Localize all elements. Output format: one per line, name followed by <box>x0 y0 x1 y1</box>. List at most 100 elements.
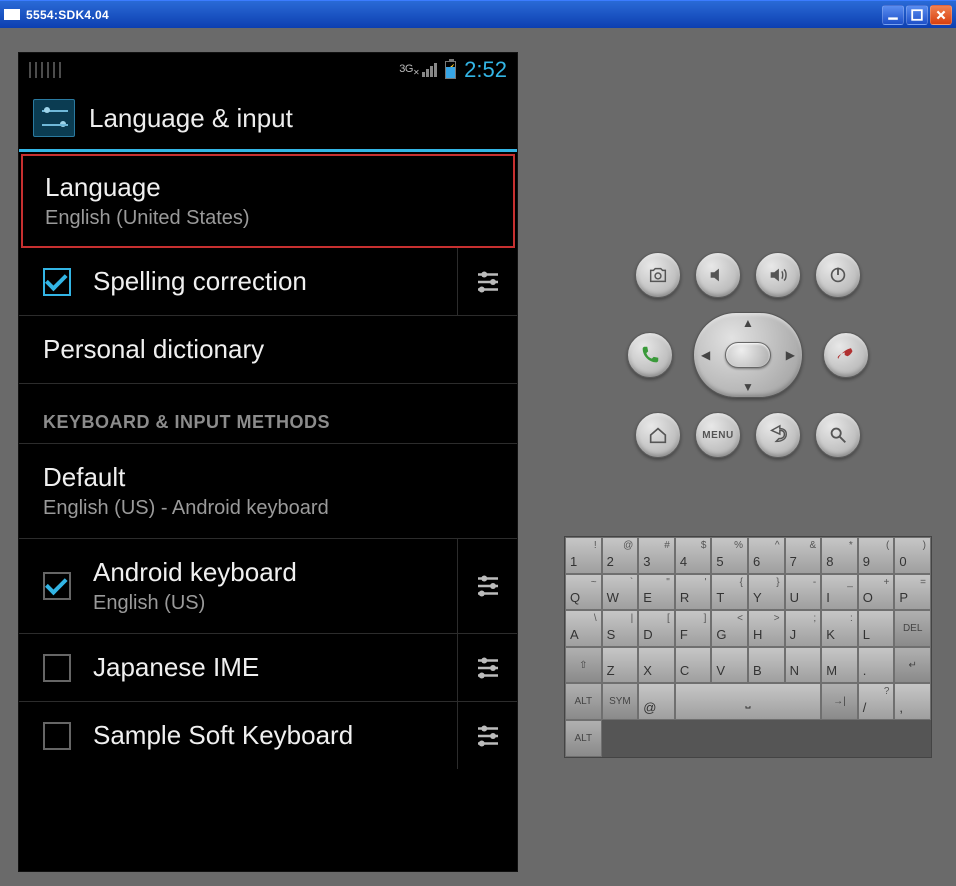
key-alt[interactable]: ALT <box>565 683 602 720</box>
dpad-left[interactable]: ◀ <box>701 348 710 362</box>
key-⎵[interactable]: ⎵ <box>675 683 821 720</box>
sample-keyboard-checkbox[interactable] <box>43 722 71 750</box>
key-3[interactable]: 3# <box>638 537 675 574</box>
key-r[interactable]: R' <box>675 574 712 611</box>
volume-down-button[interactable] <box>695 252 741 298</box>
key-q[interactable]: Q~ <box>565 574 602 611</box>
item-android-keyboard-sub: English (US) <box>93 592 457 615</box>
key-9[interactable]: 9( <box>858 537 895 574</box>
maximize-button[interactable] <box>906 5 928 25</box>
item-japanese-ime-title: Japanese IME <box>93 652 457 683</box>
android-keyboard-settings-button[interactable] <box>457 539 517 633</box>
key-↵[interactable]: ↵ <box>894 647 931 684</box>
key-1[interactable]: 1! <box>565 537 602 574</box>
sliders-icon <box>473 653 503 683</box>
key-6[interactable]: 6^ <box>748 537 785 574</box>
back-button[interactable] <box>755 412 801 458</box>
sample-keyboard-settings-button[interactable] <box>457 702 517 769</box>
key-n[interactable]: N <box>785 647 822 684</box>
dpad-up[interactable]: ▲ <box>742 316 754 330</box>
key-e[interactable]: E" <box>638 574 675 611</box>
android-keyboard-checkbox[interactable] <box>43 572 71 600</box>
call-button[interactable] <box>627 332 673 378</box>
key-k[interactable]: K: <box>821 610 858 647</box>
camera-button[interactable] <box>635 252 681 298</box>
key-p[interactable]: P= <box>894 574 931 611</box>
key-z[interactable]: Z <box>602 647 639 684</box>
key-7[interactable]: 7& <box>785 537 822 574</box>
key-⇧[interactable]: ⇧ <box>565 647 602 684</box>
key-t[interactable]: T{ <box>711 574 748 611</box>
window-titlebar: 5554:SDK4.04 <box>0 0 956 28</box>
volume-up-button[interactable] <box>755 252 801 298</box>
android-statusbar[interactable]: 3G✕ ⚡ 2:52 <box>19 53 517 87</box>
japanese-ime-settings-button[interactable] <box>457 634 517 701</box>
sliders-icon <box>473 571 503 601</box>
battery-icon: ⚡ <box>445 61 456 79</box>
key-x[interactable]: X <box>638 647 675 684</box>
key-@[interactable]: @ <box>638 683 675 720</box>
menu-button[interactable]: MENU <box>695 412 741 458</box>
key-d[interactable]: D[ <box>638 610 675 647</box>
hw-row-3: MENU <box>635 412 861 458</box>
key-s[interactable]: S| <box>602 610 639 647</box>
key-4[interactable]: 4$ <box>675 537 712 574</box>
item-language[interactable]: Language English (United States) <box>21 154 515 248</box>
key-alt[interactable]: ALT <box>565 720 602 757</box>
key-sym[interactable]: SYM <box>602 683 639 720</box>
hw-row-1 <box>635 252 861 298</box>
key-a[interactable]: A\ <box>565 610 602 647</box>
clock: 2:52 <box>464 57 507 83</box>
key-/[interactable]: /? <box>858 683 895 720</box>
minimize-button[interactable] <box>882 5 904 25</box>
key-8[interactable]: 8* <box>821 537 858 574</box>
signal-bars-icon <box>422 63 437 77</box>
key-c[interactable]: C <box>675 647 712 684</box>
key-l[interactable]: L <box>858 610 895 647</box>
key-,[interactable]: , <box>894 683 931 720</box>
search-button[interactable] <box>815 412 861 458</box>
dpad-right[interactable]: ▶ <box>786 348 795 362</box>
japanese-ime-checkbox[interactable] <box>43 654 71 682</box>
end-call-button[interactable] <box>823 332 869 378</box>
item-spelling[interactable]: Spelling correction <box>19 248 517 316</box>
home-button[interactable] <box>635 412 681 458</box>
item-language-title: Language <box>45 172 491 203</box>
settings-list[interactable]: Language English (United States) Spellin… <box>19 152 517 871</box>
key-.[interactable]: . <box>858 647 895 684</box>
item-android-keyboard-title: Android keyboard <box>93 557 457 588</box>
item-android-keyboard[interactable]: Android keyboard English (US) <box>19 539 517 634</box>
key-g[interactable]: G< <box>711 610 748 647</box>
key-5[interactable]: 5% <box>711 537 748 574</box>
dpad-down[interactable]: ▼ <box>742 380 754 394</box>
network-label: 3G✕ <box>399 63 419 77</box>
key-w[interactable]: W` <box>602 574 639 611</box>
key-o[interactable]: O+ <box>858 574 895 611</box>
item-sample-soft-keyboard[interactable]: Sample Soft Keyboard <box>19 702 517 769</box>
item-personal-dictionary-title: Personal dictionary <box>43 334 493 365</box>
close-button[interactable] <box>930 5 952 25</box>
key-h[interactable]: H> <box>748 610 785 647</box>
key-2[interactable]: 2@ <box>602 537 639 574</box>
key-b[interactable]: B <box>748 647 785 684</box>
statusbar-right: 3G✕ ⚡ 2:52 <box>399 57 507 83</box>
key-y[interactable]: Y} <box>748 574 785 611</box>
power-button[interactable] <box>815 252 861 298</box>
key-0[interactable]: 0) <box>894 537 931 574</box>
key-f[interactable]: F] <box>675 610 712 647</box>
key-i[interactable]: I_ <box>821 574 858 611</box>
item-personal-dictionary[interactable]: Personal dictionary <box>19 316 517 384</box>
dpad-center[interactable] <box>725 342 771 368</box>
key-→|[interactable]: →| <box>821 683 858 720</box>
key-del[interactable]: DEL <box>894 610 931 647</box>
key-j[interactable]: J; <box>785 610 822 647</box>
keyboard-status-icon <box>29 62 63 78</box>
language-input-icon <box>33 99 75 137</box>
spelling-checkbox[interactable] <box>43 268 71 296</box>
item-default[interactable]: Default English (US) - Android keyboard <box>19 444 517 539</box>
item-japanese-ime[interactable]: Japanese IME <box>19 634 517 702</box>
key-v[interactable]: V <box>711 647 748 684</box>
key-u[interactable]: U- <box>785 574 822 611</box>
key-m[interactable]: M <box>821 647 858 684</box>
spelling-settings-button[interactable] <box>457 248 517 315</box>
